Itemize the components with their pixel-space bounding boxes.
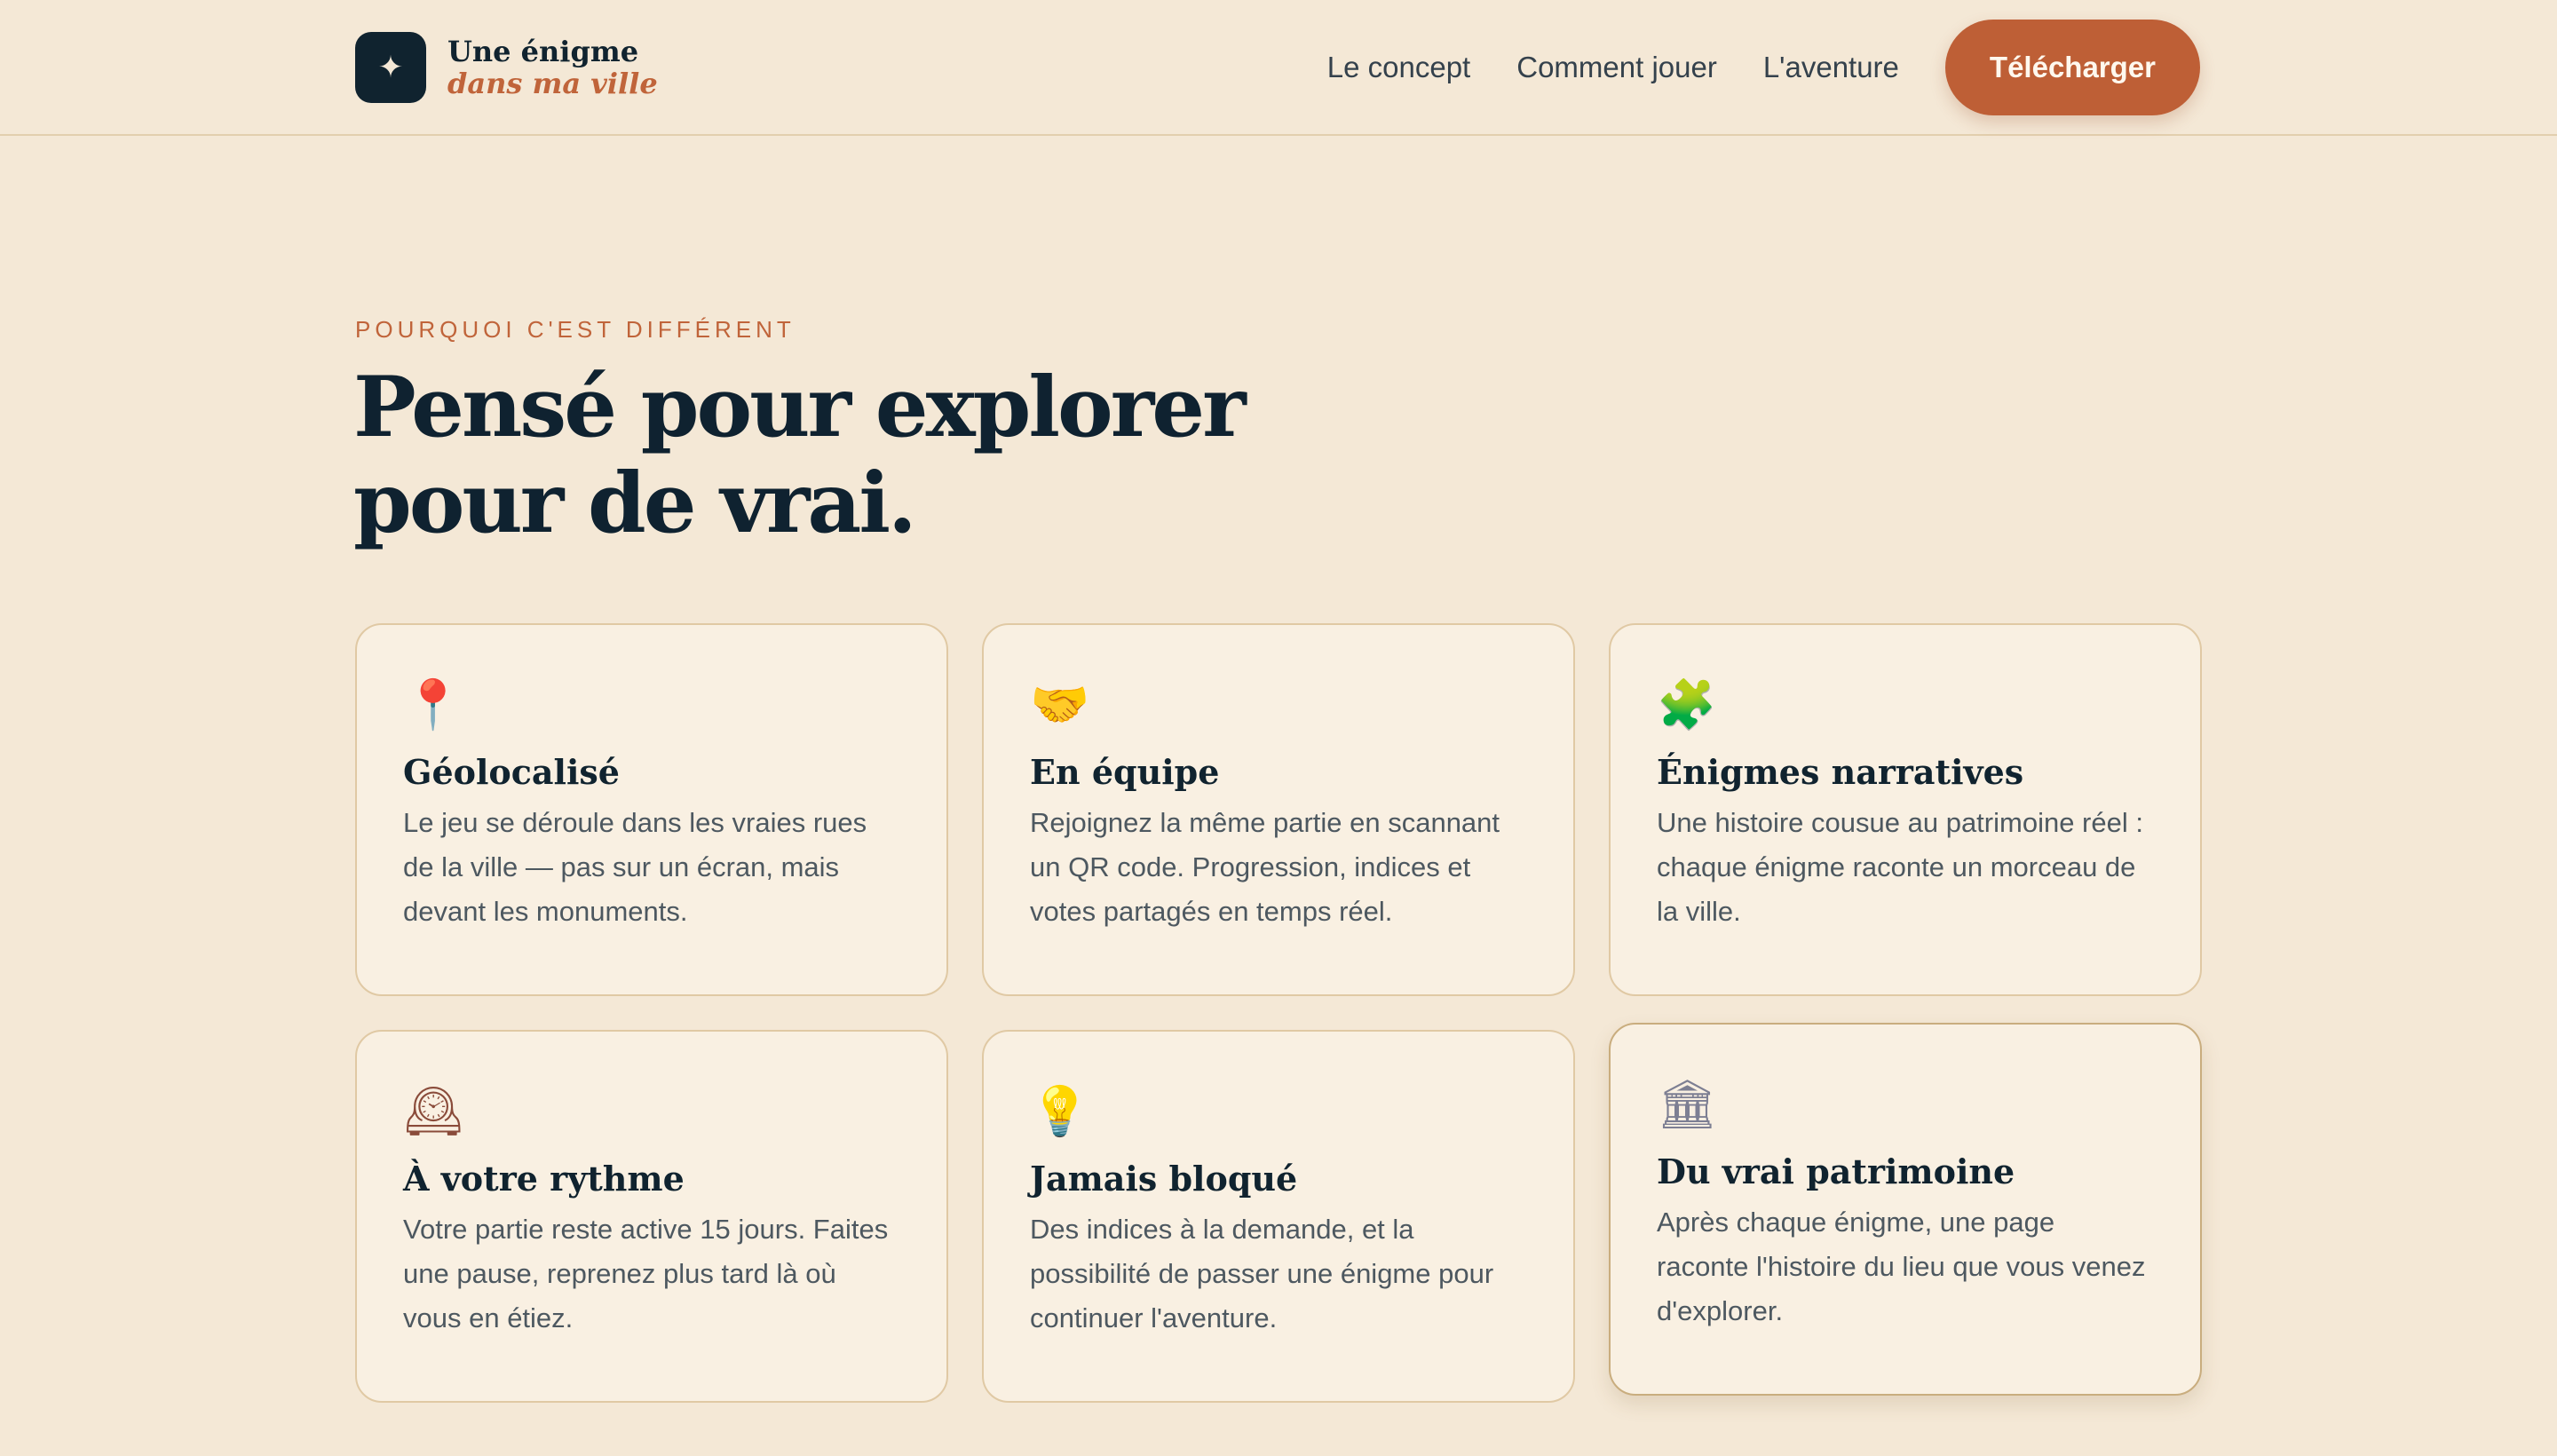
feature-description: Après chaque énigme, une page raconte l'… xyxy=(1657,1207,2146,1326)
feature-title: Jamais bloqué xyxy=(1030,1159,1298,1199)
pin-icon: 📍 xyxy=(403,677,463,732)
feature-card-never-stuck: 💡 Jamais bloqué Des indices à la demande… xyxy=(982,1030,1575,1403)
main-nav: Le concept Comment jouer L'aventure Télé… xyxy=(1327,20,2200,115)
feature-card-team: 🤝 En équipe Rejoignez la même partie en … xyxy=(982,623,1575,996)
lightbulb-icon: 💡 xyxy=(1030,1083,1090,1139)
brand-name-line1: Une énigme xyxy=(447,35,639,68)
feature-title: À votre rythme xyxy=(403,1159,685,1199)
download-button[interactable]: Télécharger xyxy=(1944,20,2200,115)
nav-link-concept[interactable]: Le concept xyxy=(1327,51,1470,84)
top-navigation-bar: ✦ Une énigme dans ma ville Le concept Co… xyxy=(0,0,2557,136)
feature-description: Une histoire cousue au patrimoine réel :… xyxy=(1657,807,2143,927)
feature-title: Énigmes narratives xyxy=(1657,752,2024,792)
feature-description: Votre partie reste active 15 jours. Fait… xyxy=(403,1214,889,1333)
feature-description: Rejoignez la même partie en scannant un … xyxy=(1030,807,1500,927)
handshake-icon: 🤝 xyxy=(1030,677,1090,732)
section-title-line2: pour de vrai. xyxy=(353,455,917,552)
sparkle-icon: ✦ xyxy=(355,32,426,103)
feature-card-narrative: 🧩 Énigmes narratives Une histoire cousue… xyxy=(1609,623,2202,996)
nav-link-how-to-play[interactable]: Comment jouer xyxy=(1516,51,1717,84)
section-title-line1: Pensé pour explorer xyxy=(353,359,1247,456)
feature-card-heritage[interactable]: 🏛 Du vrai patrimoine Après chaque énigme… xyxy=(1609,1023,2202,1396)
feature-card-geolocation: 📍 Géolocalisé Le jeu se déroule dans les… xyxy=(355,623,948,996)
section-eyebrow: POURQUOI C'EST DIFFÉRENT xyxy=(355,316,796,343)
feature-card-pace: 🕰 À votre rythme Votre partie reste acti… xyxy=(355,1030,948,1403)
brand-logo[interactable]: ✦ Une énigme dans ma ville xyxy=(355,32,658,103)
section-title: Pensé pour explorer pour de vrai. xyxy=(353,360,1419,551)
classical-building-icon: 🏛 xyxy=(1657,1076,1718,1132)
feature-title: En équipe xyxy=(1030,752,1220,792)
feature-description: Le jeu se déroule dans les vraies rues d… xyxy=(403,807,867,927)
brand-name-line2: dans ma ville xyxy=(447,67,658,100)
feature-title: Du vrai patrimoine xyxy=(1657,1151,2015,1191)
clock-icon: 🕰 xyxy=(403,1083,464,1139)
puzzle-icon: 🧩 xyxy=(1657,677,1717,732)
brand-name: Une énigme dans ma ville xyxy=(447,37,658,98)
feature-title: Géolocalisé xyxy=(403,752,620,792)
feature-description: Des indices à la demande, et la possibil… xyxy=(1030,1214,1494,1333)
nav-link-adventure[interactable]: L'aventure xyxy=(1763,51,1899,84)
